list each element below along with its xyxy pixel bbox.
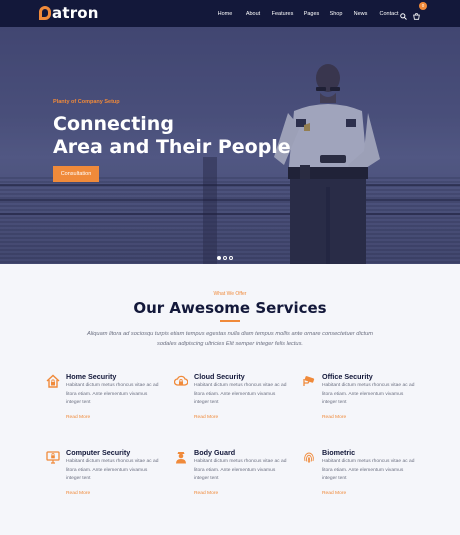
service-text: Habitant dictum metus rhoncus vitae ac a… — [194, 459, 287, 481]
service-title: Office Security — [322, 372, 373, 381]
hero-title: Connecting Area and Their People — [53, 113, 291, 159]
service-text: Habitant dictum metus rhoncus vitae ac a… — [322, 383, 415, 405]
hero-kicker: Planty of Company Setup — [53, 99, 120, 105]
nav-item-pages[interactable]: Pages — [299, 11, 324, 17]
hero-title-line1: Connecting — [53, 113, 174, 135]
nav-item-features[interactable]: Features — [266, 11, 299, 17]
cloud-lock-icon — [174, 375, 188, 386]
nav-item-home[interactable]: Home — [210, 11, 240, 17]
services-title: Our Awesome Services — [133, 299, 327, 317]
service-title: Body Guard — [194, 448, 236, 457]
service-text: Habitant dictum metus rhoncus vitae ac a… — [66, 383, 159, 405]
service-text: Habitant dictum metus rhoncus vitae ac a… — [322, 459, 415, 481]
hero-title-line2: Area and Their People — [53, 136, 291, 158]
search-icon[interactable] — [400, 12, 407, 20]
fingerprint-icon — [304, 452, 314, 463]
logo-mark-icon — [39, 6, 51, 20]
logo-text: atron — [52, 4, 99, 22]
consultation-button[interactable]: Consultation — [53, 166, 99, 182]
logo[interactable]: atron — [39, 4, 99, 22]
read-more-link[interactable]: Read More — [322, 491, 346, 496]
read-more-link[interactable]: Read More — [66, 491, 90, 496]
service-title: Cloud Security — [194, 372, 245, 381]
read-more-link[interactable]: Read More — [66, 415, 90, 420]
slider-dots — [217, 256, 235, 260]
service-title: Home Security — [66, 372, 117, 381]
monitor-lock-icon — [46, 451, 60, 464]
service-title: Computer Security — [66, 448, 131, 457]
nav-item-news[interactable]: News — [348, 11, 373, 17]
cart-count-badge: 0 — [419, 2, 427, 10]
guard-icon — [176, 452, 186, 464]
slider-dot[interactable] — [229, 256, 233, 260]
title-underline — [220, 320, 240, 322]
nav-icons: 0 — [400, 2, 427, 25]
service-text: Habitant dictum metus rhoncus vitae ac a… — [194, 383, 287, 405]
service-title: Biometric — [322, 448, 356, 457]
house-lock-icon — [46, 374, 60, 388]
cart-icon — [413, 13, 420, 20]
top-navbar: atron Home About Features Pages Shop New… — [0, 0, 460, 27]
slider-dot[interactable] — [223, 256, 227, 260]
cctv-camera-icon — [303, 376, 315, 386]
read-more-link[interactable]: Read More — [322, 415, 346, 420]
nav-item-shop[interactable]: Shop — [324, 11, 348, 17]
services-intro: Aliquam litora ad sociosqu turpis etiam … — [86, 331, 374, 347]
read-more-link[interactable]: Read More — [194, 415, 218, 420]
hero-slider: Planty of Company Setup Connecting Area … — [0, 27, 460, 264]
services-kicker: What We Offer — [213, 291, 247, 297]
main-menu: Home About Features Pages Shop News Cont… — [210, 0, 405, 27]
read-more-link[interactable]: Read More — [194, 491, 218, 496]
service-text: Habitant dictum metus rhoncus vitae ac a… — [66, 459, 159, 481]
nav-item-about[interactable]: About — [240, 11, 266, 17]
slider-dot[interactable] — [217, 256, 221, 260]
cart-button[interactable]: 0 — [413, 2, 427, 25]
page: atron Home About Features Pages Shop New… — [0, 0, 460, 535]
